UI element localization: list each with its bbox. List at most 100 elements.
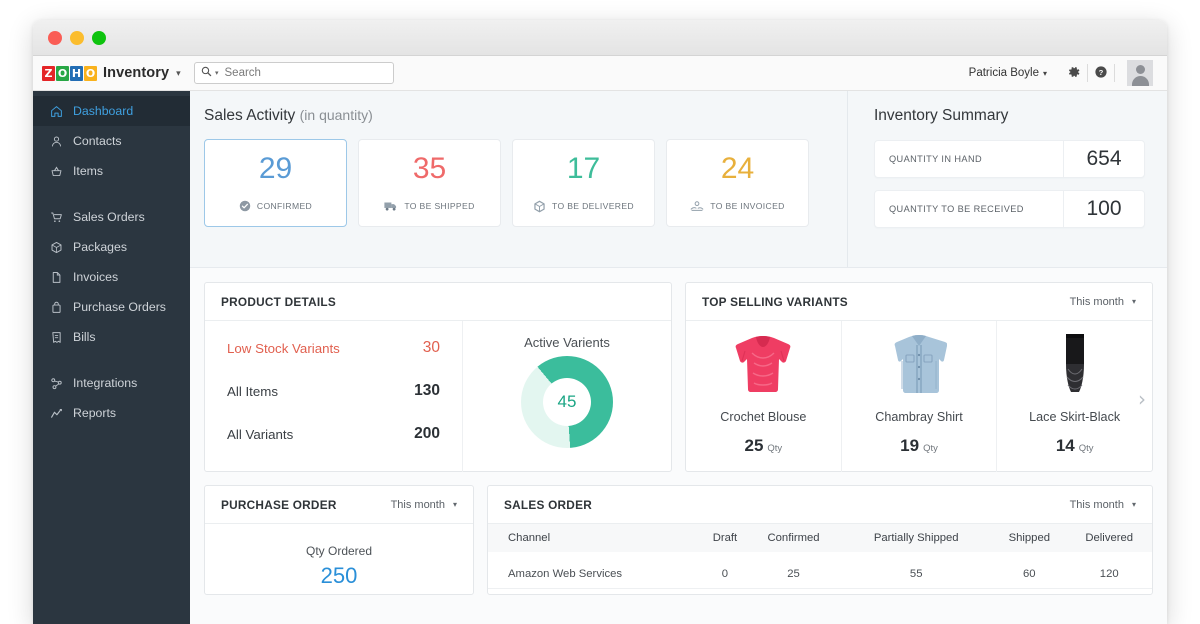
product-name: Lace Skirt-Black — [1029, 410, 1120, 424]
cell-channel: Amazon Web Services — [488, 552, 703, 589]
search-box[interactable]: ▾ — [194, 62, 394, 84]
sales-activity-section: Sales Activity (in quantity) 29 CONFIRME… — [190, 91, 847, 267]
product-image-chambray-shirt — [891, 329, 947, 397]
sales-card-label: TO BE SHIPPED — [404, 201, 474, 211]
sidebar-item-label: Reports — [73, 406, 116, 420]
browser-window: Z O H O Inventory ▾ ▾ Patricia Boyle ▾ ? — [33, 20, 1167, 624]
minimize-button[interactable] — [70, 31, 84, 45]
sales-card-to-be-delivered[interactable]: 17 TO BE DELIVERED — [512, 139, 655, 227]
home-icon — [49, 105, 63, 118]
user-name[interactable]: Patricia Boyle — [969, 67, 1043, 79]
sidebar-item-label: Integrations — [73, 376, 137, 390]
chart-title: Active Varients — [524, 335, 610, 350]
logo-letter-o1: O — [56, 66, 69, 81]
next-arrow-icon[interactable]: › — [1138, 387, 1146, 411]
top-selling-item[interactable]: Chambray Shirt 19 Qty — [842, 321, 998, 472]
top-selling-item[interactable]: Crochet Blouse 25 Qty — [686, 321, 842, 472]
product-row-value: 200 — [414, 425, 440, 443]
sidebar-item-invoices[interactable]: Invoices — [33, 262, 190, 292]
product-name: Chambray Shirt — [875, 410, 963, 424]
search-input[interactable] — [225, 67, 375, 79]
sidebar-item-label: Dashboard — [73, 104, 133, 118]
product-qty: 14 Qty — [1056, 436, 1094, 456]
sales-card-label: TO BE DELIVERED — [552, 201, 634, 211]
sidebar-item-label: Sales Orders — [73, 210, 145, 224]
sidebar-item-sales-orders[interactable]: Sales Orders — [33, 202, 190, 232]
search-chevron-down-icon[interactable]: ▾ — [215, 69, 219, 77]
inventory-row-quantity-in-hand: QUANTITY IN HAND 654 — [874, 140, 1145, 178]
purchase-order-header: PURCHASE ORDER This month ▾ — [205, 486, 473, 524]
top-selling-header: TOP SELLING VARIANTS This month ▾ — [686, 283, 1152, 321]
sales-card-to-be-shipped[interactable]: 35 TO BE SHIPPED — [358, 139, 501, 227]
inventory-row-quantity-to-be-received: QUANTITY TO BE RECEIVED 100 — [874, 190, 1145, 228]
chevron-down-icon: ▾ — [1132, 500, 1136, 509]
column-header-draft: Draft — [703, 524, 747, 552]
zoho-logo-icon: Z O H O — [42, 66, 97, 81]
maximize-button[interactable] — [92, 31, 106, 45]
table-body: Amazon Web Services 0 25 55 60 120 — [488, 552, 1152, 589]
purchase-order-body: Qty Ordered 250 — [205, 524, 473, 589]
brand[interactable]: Z O H O Inventory ▾ — [42, 65, 190, 81]
column-header-delivered: Delivered — [1066, 524, 1152, 552]
document-icon — [49, 271, 63, 284]
middle-row: PRODUCT DETAILS Low Stock Variants 30 Al… — [190, 268, 1167, 472]
product-row-value: 130 — [414, 382, 440, 400]
product-row-all-items[interactable]: All Items 130 — [227, 382, 440, 400]
sales-card-to-be-invoiced[interactable]: 24 TO BE INVOICED — [666, 139, 809, 227]
sidebar-item-packages[interactable]: Packages — [33, 232, 190, 262]
top-selling-variants-panel: TOP SELLING VARIANTS This month ▾ — [685, 282, 1153, 472]
sidebar-item-items[interactable]: Items — [33, 156, 190, 186]
basket-icon — [49, 165, 63, 178]
product-row-label: All Variants — [227, 427, 293, 442]
product-row-low-stock-variants[interactable]: Low Stock Variants 30 — [227, 339, 440, 357]
sidebar-divider-2 — [33, 352, 190, 368]
chart-icon — [49, 407, 63, 420]
product-row-label: Low Stock Variants — [227, 341, 340, 356]
sidebar-item-bills[interactable]: Bills — [33, 322, 190, 352]
cart-icon — [49, 211, 63, 224]
app-header: Z O H O Inventory ▾ ▾ Patricia Boyle ▾ ? — [33, 56, 1167, 91]
table-row[interactable]: Amazon Web Services 0 25 55 60 120 — [488, 552, 1152, 589]
sidebar-item-contacts[interactable]: Contacts — [33, 126, 190, 156]
column-header-confirmed: Confirmed — [747, 524, 840, 552]
logo-letter-h: H — [70, 66, 83, 81]
product-row-value: 30 — [423, 339, 440, 357]
sidebar-item-integrations[interactable]: Integrations — [33, 368, 190, 398]
avatar[interactable] — [1127, 60, 1153, 86]
product-qty-value: 19 — [900, 436, 919, 456]
table-header: Channel Draft Confirmed Partially Shippe… — [488, 524, 1152, 552]
sales-card-value: 17 — [567, 154, 600, 184]
sidebar-item-reports[interactable]: Reports — [33, 398, 190, 428]
product-row-all-variants[interactable]: All Variants 200 — [227, 425, 440, 443]
sidebar-item-label: Contacts — [73, 134, 122, 148]
sidebar-item-dashboard[interactable]: Dashboard — [33, 96, 190, 126]
top-selling-item[interactable]: Lace Skirt-Black 14 Qty — [997, 321, 1152, 472]
cell-partially-shipped: 55 — [840, 552, 992, 589]
truck-icon — [384, 200, 398, 212]
sales-card-footer: TO BE SHIPPED — [384, 200, 474, 212]
period-label: This month — [1070, 296, 1124, 308]
sidebar-item-label: Bills — [73, 330, 96, 344]
top-selling-period-selector[interactable]: This month ▾ — [1070, 296, 1136, 308]
top-selling-body: Crochet Blouse 25 Qty — [686, 321, 1152, 472]
brand-chevron-down-icon[interactable]: ▾ — [176, 68, 181, 79]
gear-icon[interactable] — [1061, 65, 1087, 82]
product-details-panel: PRODUCT DETAILS Low Stock Variants 30 Al… — [204, 282, 672, 472]
sales-card-confirmed[interactable]: 29 CONFIRMED — [204, 139, 347, 227]
user-chevron-down-icon[interactable]: ▾ — [1043, 69, 1047, 78]
sidebar-item-label: Items — [73, 164, 103, 178]
close-button[interactable] — [48, 31, 62, 45]
sales-order-period-selector[interactable]: This month ▾ — [1070, 499, 1136, 511]
active-variants-chart-area: Active Varients 45 — [463, 321, 671, 472]
help-icon[interactable]: ? — [1088, 65, 1114, 82]
column-header-channel: Channel — [488, 524, 703, 552]
chevron-down-icon: ▾ — [453, 500, 457, 509]
sidebar-item-purchase-orders[interactable]: Purchase Orders — [33, 292, 190, 322]
header-divider-2 — [1114, 64, 1115, 82]
sidebar-divider-1 — [33, 186, 190, 202]
bag-icon — [49, 301, 63, 314]
logo-letter-o2: O — [84, 66, 97, 81]
package-icon — [49, 241, 63, 254]
purchase-order-period-selector[interactable]: This month ▾ — [391, 499, 457, 511]
person-icon — [49, 135, 63, 148]
